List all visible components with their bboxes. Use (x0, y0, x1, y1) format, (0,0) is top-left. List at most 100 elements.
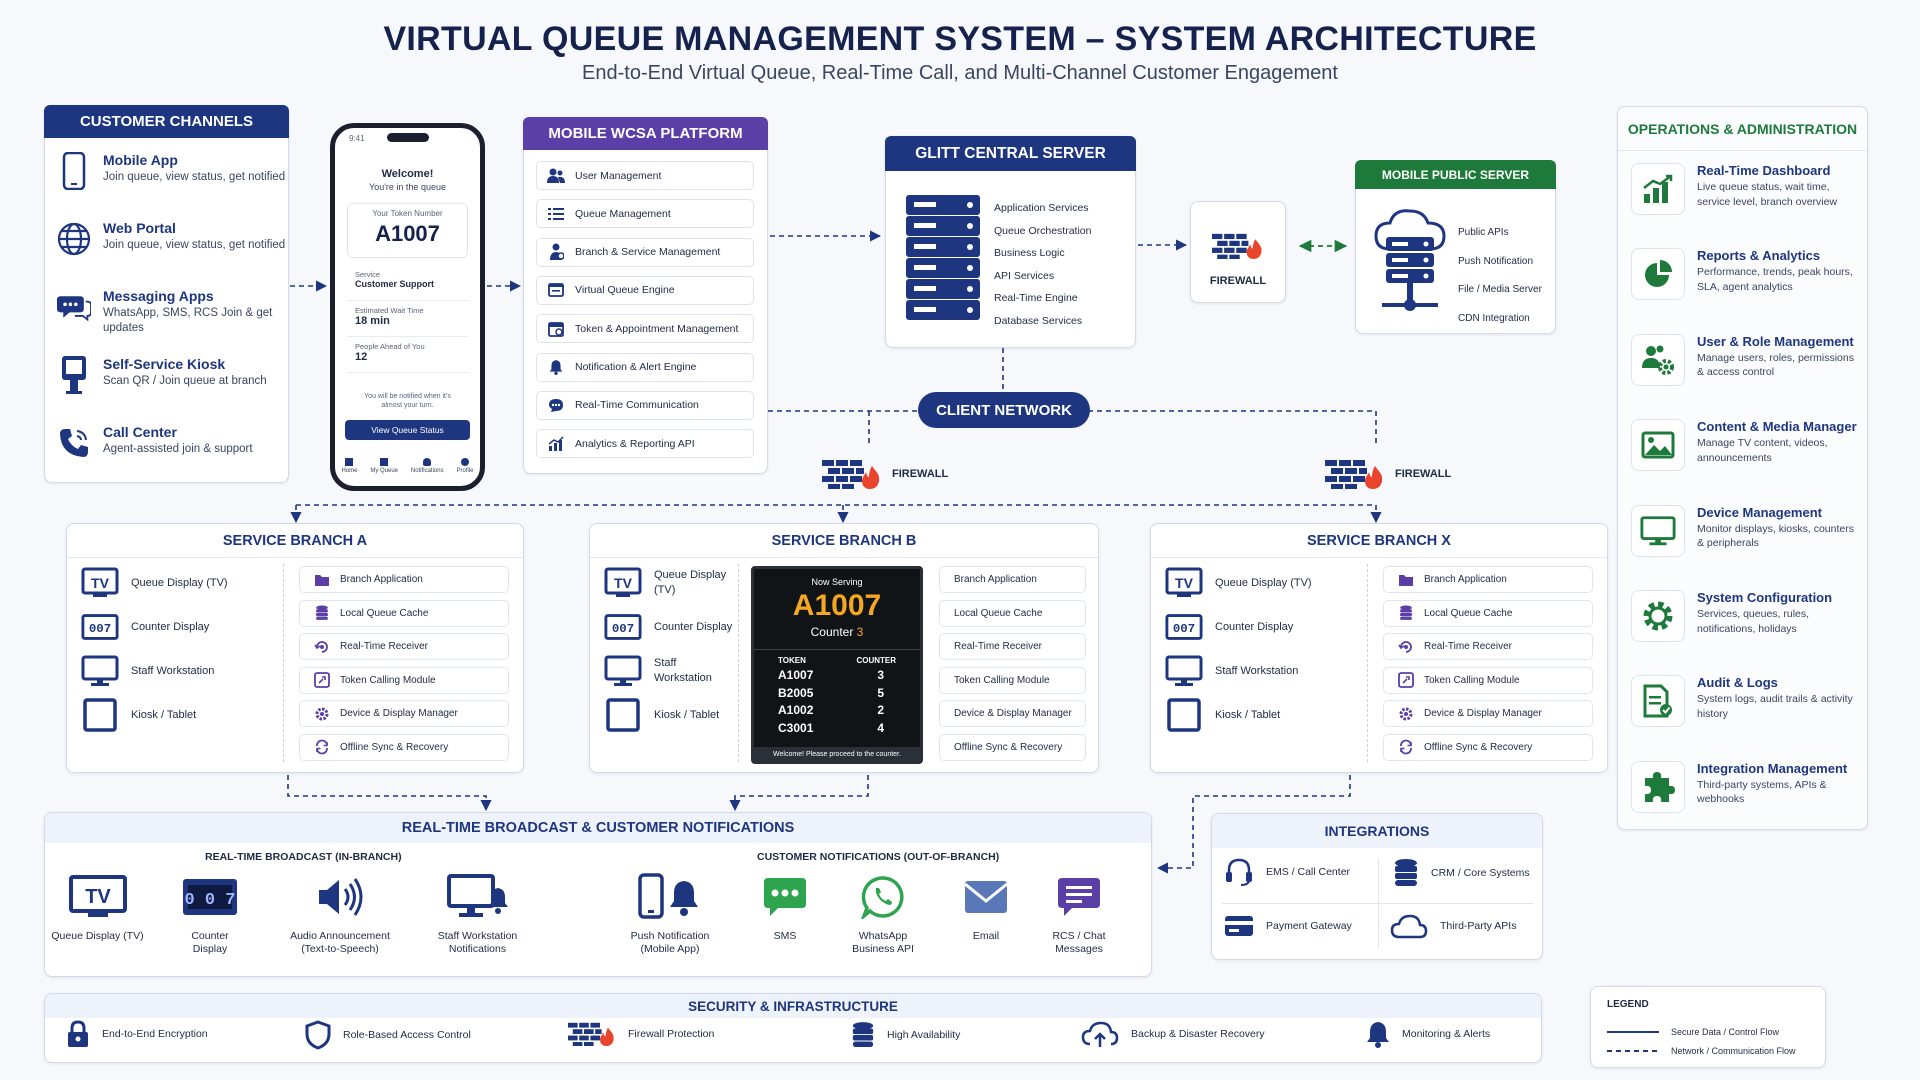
nav-home[interactable]: Home (341, 458, 357, 474)
public-server-list: Public APIs Push Notification File / Media… (1458, 227, 1542, 324)
calendar-icon (547, 320, 565, 338)
shield-icon (305, 1020, 331, 1050)
legend-solid: Secure Data / Control Flow (1607, 1027, 1780, 1037)
operations-header: OPERATIONS & ADMINISTRATION (1618, 107, 1867, 151)
tablet-icon (81, 698, 119, 732)
document-icon (1631, 675, 1685, 728)
ops-audit-logs[interactable]: Audit & Logs System logs, audit trails & … (1631, 675, 1861, 728)
firewall-icon (820, 458, 884, 490)
security-backup: Backup & Disaster Recovery (1081, 1020, 1265, 1048)
nav-profile[interactable]: Profile (457, 458, 474, 474)
branch-device-tablet: Kiosk / Tablet (1165, 698, 1315, 732)
whatsapp-icon (843, 870, 923, 924)
monitor-icon (81, 654, 119, 688)
folder-icon (314, 572, 330, 588)
monitor-icon (604, 654, 642, 688)
sync-icon (314, 739, 330, 755)
channel-messaging-apps: Messaging Apps WhatsApp, SMS, RCS Join & … (57, 288, 287, 336)
module-offline-sync-recovery: Offline Sync & Recovery (939, 733, 1086, 761)
branch-title: SERVICE BRANCH X (1151, 524, 1607, 558)
notification-whatsapp: WhatsApp Business API (843, 870, 923, 956)
tablet-icon (604, 698, 642, 732)
ops-integration-management[interactable]: Integration Management Third-party system… (1631, 760, 1861, 813)
token-card: Your Token Number A1007 (347, 203, 468, 258)
tablet-icon (1165, 698, 1203, 732)
globe-icon (57, 220, 91, 258)
tv-icon: TV (50, 870, 145, 924)
channel-mobile-app: Mobile App Join queue, view status, get n… (57, 152, 287, 190)
module-branch-application: Branch Application (299, 566, 509, 593)
svg-text:TV: TV (614, 575, 633, 591)
wait-field: Estimated Wait Time 18 min (355, 306, 424, 327)
service-branch-x: SERVICE BRANCH X TV Queue Display (TV) 0… (1150, 523, 1608, 773)
legend-dashed: Network / Communication Flow (1607, 1046, 1796, 1056)
branch-device-monitor: Staff Workstation (81, 654, 231, 688)
ops-content-media-manager[interactable]: Content & Media Manager Manage TV content… (1631, 419, 1861, 472)
ahead-field: People Ahead of You 12 (355, 342, 425, 363)
nav-notifications[interactable]: Notifications (411, 458, 444, 474)
branch-device-monitor: Staff Workstation (1165, 654, 1315, 688)
broadcast-counter-display: 0 0 7 Counter Display (174, 870, 246, 956)
firewall-left: FIREWALL (820, 458, 948, 490)
ops-real-time-dashboard[interactable]: Real-Time Dashboard Live queue status, wa… (1631, 163, 1861, 215)
tv-icon: TV (81, 566, 119, 600)
broadcast-tv: TV Queue Display (TV) (50, 870, 145, 943)
channel-call-center: Call Center Agent-assisted join & support (57, 424, 287, 462)
module-branch-application: Branch Application (1383, 566, 1593, 593)
ops-reports-analytics[interactable]: Reports & Analytics Performance, trends, … (1631, 248, 1861, 301)
public-server-header: MOBILE PUBLIC SERVER (1355, 160, 1556, 189)
branch-title: SERVICE BRANCH A (67, 524, 523, 558)
now-serving-row: A1002 2 (778, 703, 884, 717)
receiver-icon (314, 639, 330, 655)
tokencall-icon (1398, 672, 1414, 688)
module-device-display-manager: Device & Display Manager (1383, 700, 1593, 727)
broadcast-speaker: Audio Announcement (Text-to-Speech) (285, 870, 395, 956)
bell-icon (547, 358, 565, 376)
module-device-display-manager: Device & Display Manager (939, 700, 1086, 727)
server-rack-icon (906, 195, 980, 326)
module-token-calling-module: Token Calling Module (299, 666, 509, 694)
notification-email: Email (950, 870, 1022, 943)
integration-third-party-apis: Third-Party APIs (1390, 913, 1516, 939)
module-token-appointment-management: Token & Appointment Management (536, 314, 754, 344)
legend: LEGEND Secure Data / Control Flow Networ… (1590, 986, 1826, 1068)
client-network-node: CLIENT NETWORK (918, 392, 1090, 428)
nav-my-queue[interactable]: My Queue (370, 458, 398, 474)
svg-text:TV: TV (1175, 575, 1194, 591)
cloud-icon (1390, 914, 1428, 939)
view-queue-status-button[interactable]: View Queue Status (345, 420, 470, 440)
db-icon (1398, 605, 1414, 621)
module-user-management: User Management (536, 161, 754, 190)
wcsa-header: MOBILE WCSA PLATFORM (523, 117, 768, 150)
integrations-header: INTEGRATIONS (1212, 814, 1542, 848)
security-panel: SECURITY & INFRASTRUCTURE (44, 993, 1542, 1063)
window-icon (547, 281, 565, 299)
branch-device-tv: TV Queue Display (TV) (604, 566, 734, 600)
counter-display-icon: 007 (604, 610, 642, 644)
ops-system-configuration[interactable]: System Configuration Services, queues, ru… (1631, 590, 1861, 642)
branch-device-tv: TV Queue Display (TV) (1165, 566, 1315, 600)
lock-icon (68, 1020, 88, 1047)
pie-icon (1631, 248, 1685, 301)
monitor-icon (1631, 504, 1685, 557)
now-serving-row: A1007 3 (778, 668, 884, 682)
monitor-icon (1165, 654, 1203, 688)
ops-user-role-management[interactable]: User & Role Management Manage users, role… (1631, 333, 1861, 386)
users-icon (547, 167, 565, 185)
tokencall-icon (314, 672, 330, 688)
ops-device-management[interactable]: Device Management Monitor displays, kiosk… (1631, 504, 1861, 557)
svg-text:007: 007 (612, 622, 634, 636)
database-icon (852, 1022, 874, 1047)
branch-device-counter-display: 007 Counter Display (1165, 610, 1315, 644)
central-server-header: GLITT CENTRAL SERVER (885, 136, 1136, 171)
counter-display-icon: 007 (1165, 610, 1203, 644)
bell-icon (1367, 1022, 1389, 1048)
out-branch-subheader: CUSTOMER NOTIFICATIONS (OUT-OF-BRANCH) (757, 851, 1000, 863)
branch-device-counter-display: 007 Counter Display (81, 610, 231, 644)
module-offline-sync-recovery: Offline Sync & Recovery (299, 733, 509, 761)
broadcast-header: REAL-TIME BROADCAST & CUSTOMER NOTIFICAT… (45, 813, 1151, 843)
module-token-calling-module: Token Calling Module (1383, 666, 1593, 694)
gear-icon (1398, 706, 1414, 722)
security-monitoring: Monitoring & Alerts (1366, 1020, 1490, 1048)
module-real-time-receiver: Real-Time Receiver (1383, 633, 1593, 660)
